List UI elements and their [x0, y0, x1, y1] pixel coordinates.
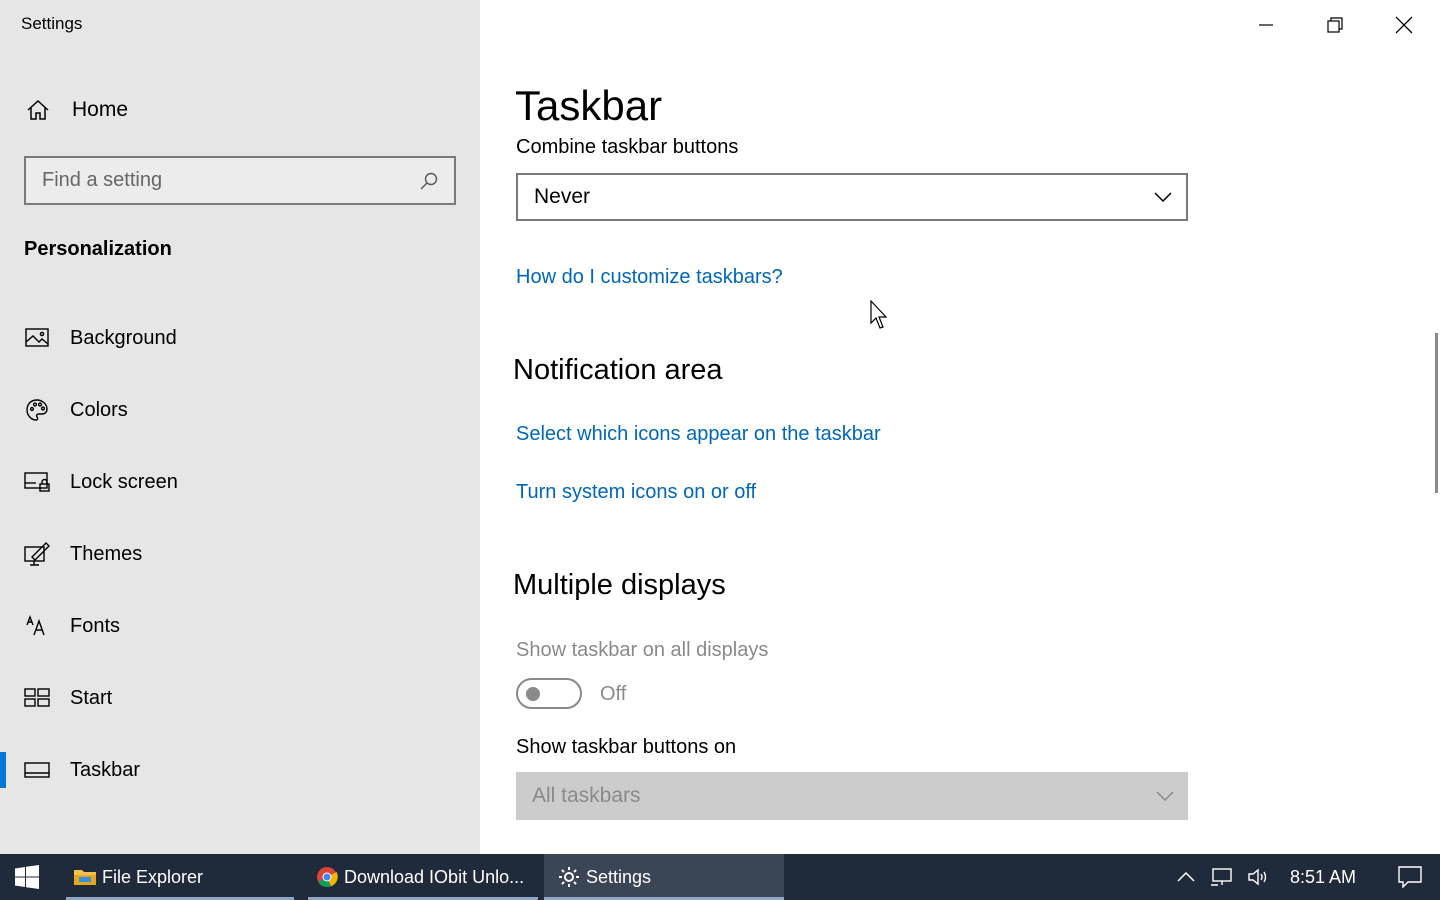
show-all-label: Show taskbar on all displays	[516, 639, 769, 661]
sidebar-item-label: Taskbar	[70, 758, 141, 781]
windows-taskbar: File Explorer Download IObit Unlo... Set…	[0, 854, 1440, 900]
lock-screen-icon	[24, 469, 50, 495]
taskbar-app-settings[interactable]: Settings	[544, 854, 784, 900]
home-button[interactable]: Home	[24, 92, 128, 128]
sidebar-item-label: Lock screen	[70, 470, 178, 493]
search-icon[interactable]	[418, 170, 440, 192]
chrome-icon	[314, 864, 340, 890]
page-title: Taskbar	[515, 82, 663, 129]
gear-icon	[556, 864, 582, 890]
taskbar-app-label: Download IObit Unlo...	[344, 866, 525, 887]
sidebar-item-themes[interactable]: Themes	[0, 518, 480, 590]
buttons-on-dropdown[interactable]: All taskbars	[516, 772, 1188, 820]
network-button[interactable]	[1204, 854, 1240, 900]
search-box[interactable]	[24, 156, 456, 205]
mouse-cursor-icon	[870, 300, 888, 329]
volume-button[interactable]	[1240, 854, 1276, 900]
show-all-toggle[interactable]	[516, 678, 582, 709]
main-content: Taskbar Combine taskbar buttons Never Ho…	[480, 0, 1440, 854]
system-tray: 8:51 AM	[1168, 854, 1440, 900]
buttons-on-label: Show taskbar buttons on	[516, 736, 737, 758]
sidebar-item-background[interactable]: Background	[0, 302, 480, 374]
palette-icon	[24, 397, 50, 423]
combine-label: Combine taskbar buttons	[516, 136, 739, 158]
taskbar-app-file-explorer[interactable]: File Explorer	[66, 854, 294, 900]
taskbar-app-label: File Explorer	[102, 866, 204, 887]
toggle-state: Off	[600, 683, 627, 705]
scrollbar[interactable]	[1435, 333, 1438, 493]
minimize-button[interactable]	[1232, 0, 1300, 50]
sidebar-item-label: Colors	[70, 398, 128, 421]
sidebar-item-fonts[interactable]: Fonts	[0, 590, 480, 662]
select-icons-link[interactable]: Select which icons appear on the taskbar	[516, 423, 881, 446]
taskbar-app-label: Settings	[586, 866, 652, 887]
section-label: Personalization	[24, 238, 172, 260]
folder-icon	[72, 864, 98, 890]
notification-heading: Notification area	[513, 354, 723, 386]
nav-list: Background Colors Lock screen Themes Fon…	[0, 302, 480, 806]
sidebar-item-start[interactable]: Start	[0, 662, 480, 734]
buttons-on-value: All taskbars	[532, 784, 641, 807]
sidebar-item-colors[interactable]: Colors	[0, 374, 480, 446]
sidebar: Settings Home Personalization Background…	[0, 0, 480, 854]
chevron-down-icon	[1156, 791, 1174, 801]
sidebar-item-taskbar[interactable]: Taskbar	[0, 734, 480, 806]
notification-icon	[1398, 866, 1422, 888]
start-icon	[24, 685, 50, 711]
customize-link[interactable]: How do I customize taskbars?	[516, 266, 783, 289]
windows-logo-icon	[15, 865, 39, 889]
fonts-icon	[24, 613, 50, 639]
show-hidden-icons-button[interactable]	[1168, 854, 1204, 900]
restore-icon	[1327, 17, 1343, 33]
image-icon	[24, 325, 50, 351]
action-center-button[interactable]	[1380, 854, 1440, 900]
sidebar-item-label: Background	[70, 326, 177, 349]
sidebar-item-lock-screen[interactable]: Lock screen	[0, 446, 480, 518]
taskbar-app-chrome[interactable]: Download IObit Unlo...	[308, 854, 538, 900]
multiple-displays-heading: Multiple displays	[513, 569, 726, 601]
home-label: Home	[72, 98, 129, 121]
taskbar-icon	[24, 757, 50, 783]
home-icon	[24, 96, 52, 124]
restore-button[interactable]	[1301, 0, 1369, 50]
volume-icon	[1248, 868, 1267, 886]
combine-dropdown[interactable]: Never	[516, 173, 1188, 221]
sidebar-item-label: Fonts	[70, 614, 121, 637]
themes-icon	[24, 541, 50, 567]
close-button[interactable]	[1370, 0, 1438, 50]
system-icons-link[interactable]: Turn system icons on or off	[516, 481, 756, 504]
sidebar-item-label: Start	[70, 686, 113, 709]
minimize-icon	[1259, 24, 1273, 26]
app-title: Settings	[21, 14, 83, 33]
close-icon	[1395, 16, 1413, 34]
combine-value: Never	[534, 185, 591, 208]
toggle-knob	[526, 687, 540, 701]
chevron-down-icon	[1154, 192, 1172, 202]
network-icon	[1210, 868, 1232, 886]
clock[interactable]: 8:51 AM	[1276, 867, 1380, 888]
sidebar-item-label: Themes	[70, 542, 143, 565]
start-button[interactable]	[0, 854, 54, 900]
chevron-up-icon	[1177, 872, 1195, 882]
search-input[interactable]	[42, 169, 418, 192]
